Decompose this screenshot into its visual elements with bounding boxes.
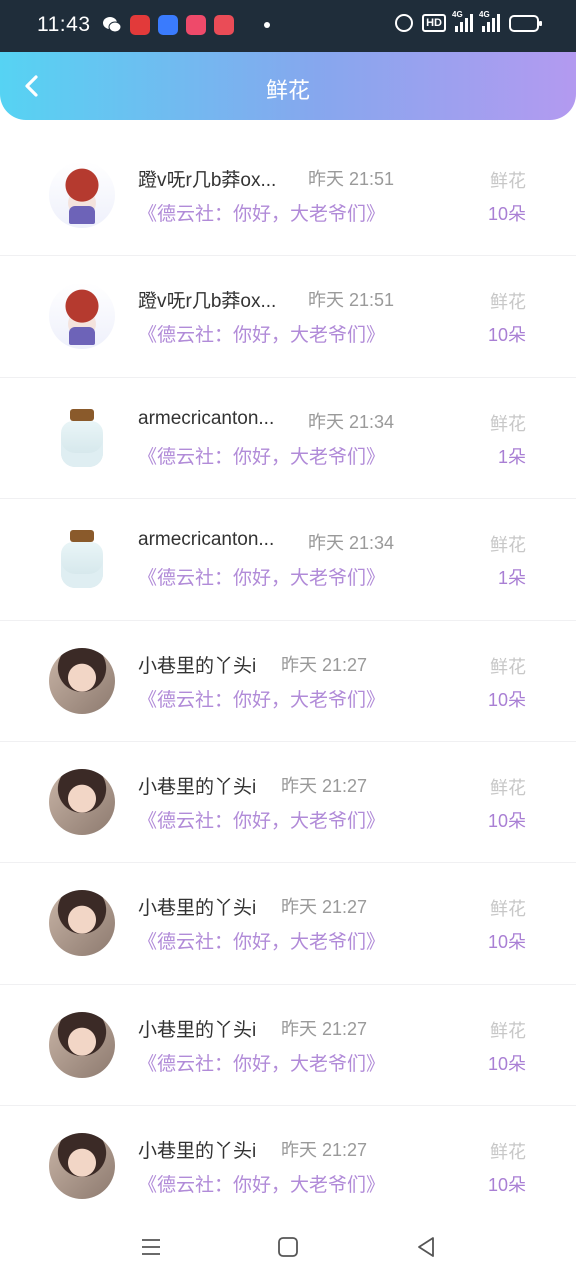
user-name[interactable]: 小巷里的丫头i [138,1136,266,1163]
gift-time: 昨天 21:34 [308,533,395,554]
user-name[interactable]: 蹬v呒r几b莽ox... [138,165,286,192]
gift-count: 10朵 [487,810,526,831]
home-button[interactable] [273,1232,303,1262]
gift-type: 鲜花 [490,292,526,313]
hd-icon: HD [422,14,446,32]
video-app-icon [186,15,206,35]
gift-time: 昨天 21:51 [308,169,395,189]
gift-count: 10朵 [487,325,526,346]
gift-time: 昨天 21:27 [281,1140,368,1161]
work-title[interactable]: 《德云社：你好，大老爷们》 [138,199,385,226]
work-title[interactable]: 《德云社：你好，大老爷们》 [138,685,385,712]
work-title[interactable]: 《德云社：你好，大老爷们》 [138,320,385,347]
list-item[interactable]: 小巷里的丫头i 昨天 21:27 《德云社：你好，大老爷们》 鲜花 10朵 [0,742,576,864]
anime-avatar[interactable] [49,283,115,350]
user-name[interactable]: 小巷里的丫头i [138,893,266,920]
signal-4g-icon: 4G [452,10,473,32]
work-title[interactable]: 《德云社：你好，大老爷们》 [138,927,385,954]
home-square-icon [278,1237,298,1257]
gift-count: 10朵 [487,1053,526,1074]
status-time: 11:43 [37,13,91,36]
gift-time: 昨天 21:34 [308,411,395,432]
gift-time: 昨天 21:27 [281,1018,368,1039]
user-name[interactable]: 小巷里的丫头i [138,1015,266,1042]
page-header: 鲜花 [0,52,576,120]
list-item[interactable]: armecricanton... 昨天 21:34 《德云社：你好，大老爷们》 鲜花 1… [0,378,576,500]
user-name[interactable]: 蹬v呒r几b莽ox... [138,286,286,313]
work-title[interactable]: 《德云社：你好，大老爷们》 [138,442,385,469]
more-notifications-dot [264,22,270,28]
gift-time: 昨天 21:51 [308,290,395,311]
user-name[interactable]: 小巷里的丫头i [138,651,266,678]
photo-avatar[interactable] [49,647,115,714]
alarm-icon [395,14,414,32]
menu-icon [142,1239,160,1255]
photo-avatar[interactable] [49,890,115,957]
gift-type: 鲜花 [490,777,526,798]
gift-count: 1朵 [497,568,526,589]
work-title[interactable]: 《德云社：你好，大老爷们》 [138,1170,385,1197]
photo-avatar[interactable] [49,1133,115,1200]
user-name[interactable]: armecricanton... [138,408,286,430]
signal-4g-icon-2: 4G [479,10,500,32]
battery-icon [509,14,542,32]
gift-type: 鲜花 [490,1020,526,1041]
browser-app-icon [158,15,178,35]
gift-count: 10朵 [487,204,526,224]
list-item[interactable]: 小巷里的丫头i 昨天 21:27 《德云社：你好，大老爷们》 鲜花 10朵 [0,985,576,1107]
gift-type: 鲜花 [490,413,526,434]
photo-avatar[interactable] [49,768,115,835]
back-triangle-icon [418,1237,434,1257]
gift-type: 鲜花 [490,535,526,556]
gift-type: 鲜花 [490,899,526,920]
list-item[interactable]: 蹬v呒r几b莽ox... 昨天 21:51 《德云社：你好，大老爷们》 鲜花 10朵 [0,135,576,257]
list-item[interactable]: 小巷里的丫头i 昨天 21:27 《德云社：你好，大老爷们》 鲜花 10朵 [0,863,576,985]
gift-time: 昨天 21:27 [281,897,368,918]
list-item[interactable]: 小巷里的丫头i 昨天 21:27 《德云社：你好，大老爷们》 鲜花 10朵 [0,621,576,742]
gift-type: 鲜花 [490,656,526,677]
flower-gift-list: 蹬v呒r几b莽ox... 昨天 21:51 《德云社：你好，大老爷们》 鲜花 10朵 蹬v… [0,135,576,1228]
gift-count: 10朵 [487,1175,526,1196]
back-nav-button[interactable] [411,1232,441,1262]
wechat-icon [102,15,122,35]
gift-count: 10朵 [487,932,526,953]
work-title[interactable]: 《德云社：你好，大老爷们》 [138,563,385,590]
map-app-icon [214,15,234,35]
gift-count: 1朵 [497,446,526,467]
gift-type: 鲜花 [490,171,526,191]
anime-avatar[interactable] [49,162,115,228]
notification-icons [102,15,270,35]
gift-type: 鲜花 [490,1142,526,1163]
gift-count: 10朵 [487,689,526,710]
system-nav-bar [0,1212,576,1280]
jar-avatar[interactable] [49,404,115,471]
status-bar: 11:43 HD 4G 4G [0,0,576,52]
work-title[interactable]: 《德云社：你好，大老爷们》 [138,806,385,833]
list-item[interactable]: 蹬v呒r几b莽ox... 昨天 21:51 《德云社：你好，大老爷们》 鲜花 10朵 [0,256,576,378]
shopping-app-icon [130,15,150,35]
system-icons: HD 4G 4G [395,10,542,32]
user-name[interactable]: 小巷里的丫头i [138,772,266,799]
list-item[interactable]: armecricanton... 昨天 21:34 《德云社：你好，大老爷们》 鲜花 1… [0,499,576,621]
user-name[interactable]: armecricanton... [138,529,286,551]
menu-button[interactable] [136,1232,166,1262]
photo-avatar[interactable] [49,1011,115,1078]
jar-avatar[interactable] [49,526,115,593]
page-title: 鲜花 [265,78,310,103]
gift-time: 昨天 21:27 [281,775,368,796]
work-title[interactable]: 《德云社：你好，大老爷们》 [138,1049,385,1076]
gift-time: 昨天 21:27 [281,654,368,675]
list-item[interactable]: 小巷里的丫头i 昨天 21:27 《德云社：你好，大老爷们》 鲜花 10朵 [0,1106,576,1228]
